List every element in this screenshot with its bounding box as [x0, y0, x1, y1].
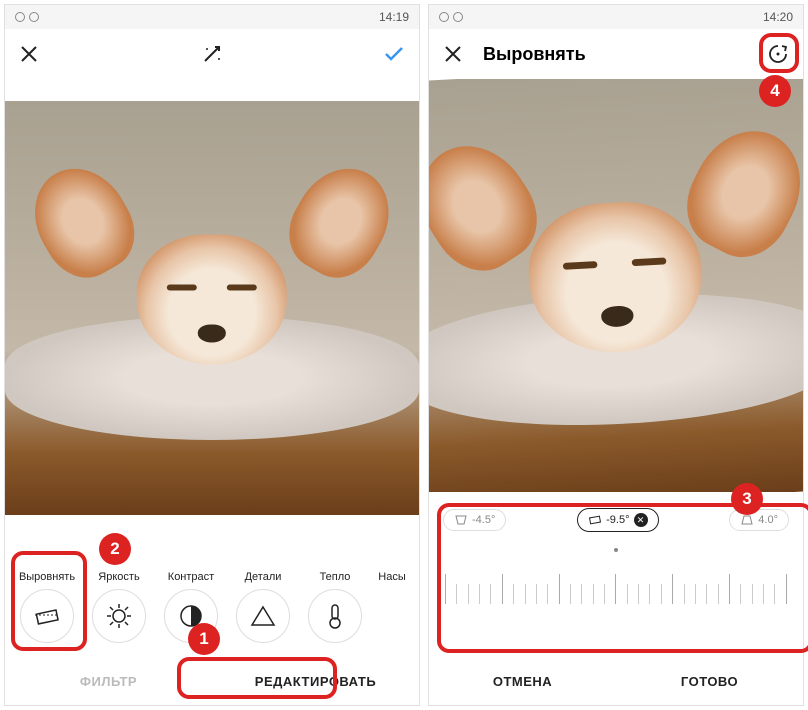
bottom-tabs: ФИЛЬТР РЕДАКТИРОВАТЬ — [5, 657, 419, 705]
preset-rotate[interactable]: -9.5° ✕ — [577, 508, 658, 532]
preset-perspective-y[interactable]: 4.0° — [729, 509, 789, 531]
tab-cancel[interactable]: ОТМЕНА — [429, 674, 616, 689]
bottom-tabs: ОТМЕНА ГОТОВО — [429, 657, 803, 705]
thermometer-icon — [320, 601, 350, 631]
rotate-small-icon — [588, 514, 602, 526]
reset-angle-icon[interactable]: ✕ — [634, 513, 648, 527]
tab-filter[interactable]: ФИЛЬТР — [5, 674, 212, 689]
edit-tools-row[interactable]: Выровнять Яркость Контраст Детали Тепло … — [5, 537, 419, 657]
straighten-header: Выровнять — [429, 29, 803, 79]
tool-structure[interactable]: Детали — [231, 571, 295, 643]
wand-icon — [201, 43, 223, 65]
perspective-y-icon — [740, 514, 754, 526]
tab-done[interactable]: ГОТОВО — [616, 674, 803, 689]
straighten-icon — [32, 601, 62, 631]
photo-preview[interactable] — [5, 79, 419, 537]
rotate-icon — [767, 43, 789, 65]
editor-header — [5, 29, 419, 79]
status-time: 14:19 — [379, 10, 409, 24]
angle-dial-area: -4.5° -9.5° ✕ 4.0° — [429, 492, 803, 657]
angle-ruler[interactable] — [443, 560, 789, 610]
status-time: 14:20 — [763, 10, 793, 24]
page-title: Выровнять — [473, 44, 759, 65]
back-button[interactable] — [443, 44, 473, 64]
tool-brightness[interactable]: Яркость — [87, 571, 151, 643]
tool-warmth[interactable]: Тепло — [303, 571, 367, 643]
close-icon — [19, 44, 39, 64]
perspective-x-icon — [454, 514, 468, 526]
tool-contrast[interactable]: Контраст — [159, 571, 223, 643]
brightness-icon — [104, 601, 134, 631]
edit-screen-left: 14:19 Выровнять Яркость — [4, 4, 420, 706]
tab-edit[interactable]: РЕДАКТИРОВАТЬ — [212, 674, 419, 689]
close-icon — [443, 44, 463, 64]
preset-perspective-x[interactable]: -4.5° — [443, 509, 506, 531]
tool-saturation[interactable]: Насы — [375, 571, 409, 643]
photo-preview[interactable] — [429, 79, 803, 492]
status-bar: 14:20 — [429, 5, 803, 29]
rotate-button[interactable] — [759, 43, 789, 65]
triangle-icon — [248, 601, 278, 631]
tool-straighten[interactable]: Выровнять — [15, 571, 79, 643]
status-bar: 14:19 — [5, 5, 419, 29]
contrast-icon — [176, 601, 206, 631]
straighten-screen-right: 14:20 Выровнять -4.5° — [428, 4, 804, 706]
check-icon — [383, 43, 405, 65]
cancel-button[interactable] — [19, 44, 49, 64]
confirm-button[interactable] — [375, 43, 405, 65]
magic-wand-button[interactable] — [49, 43, 375, 65]
